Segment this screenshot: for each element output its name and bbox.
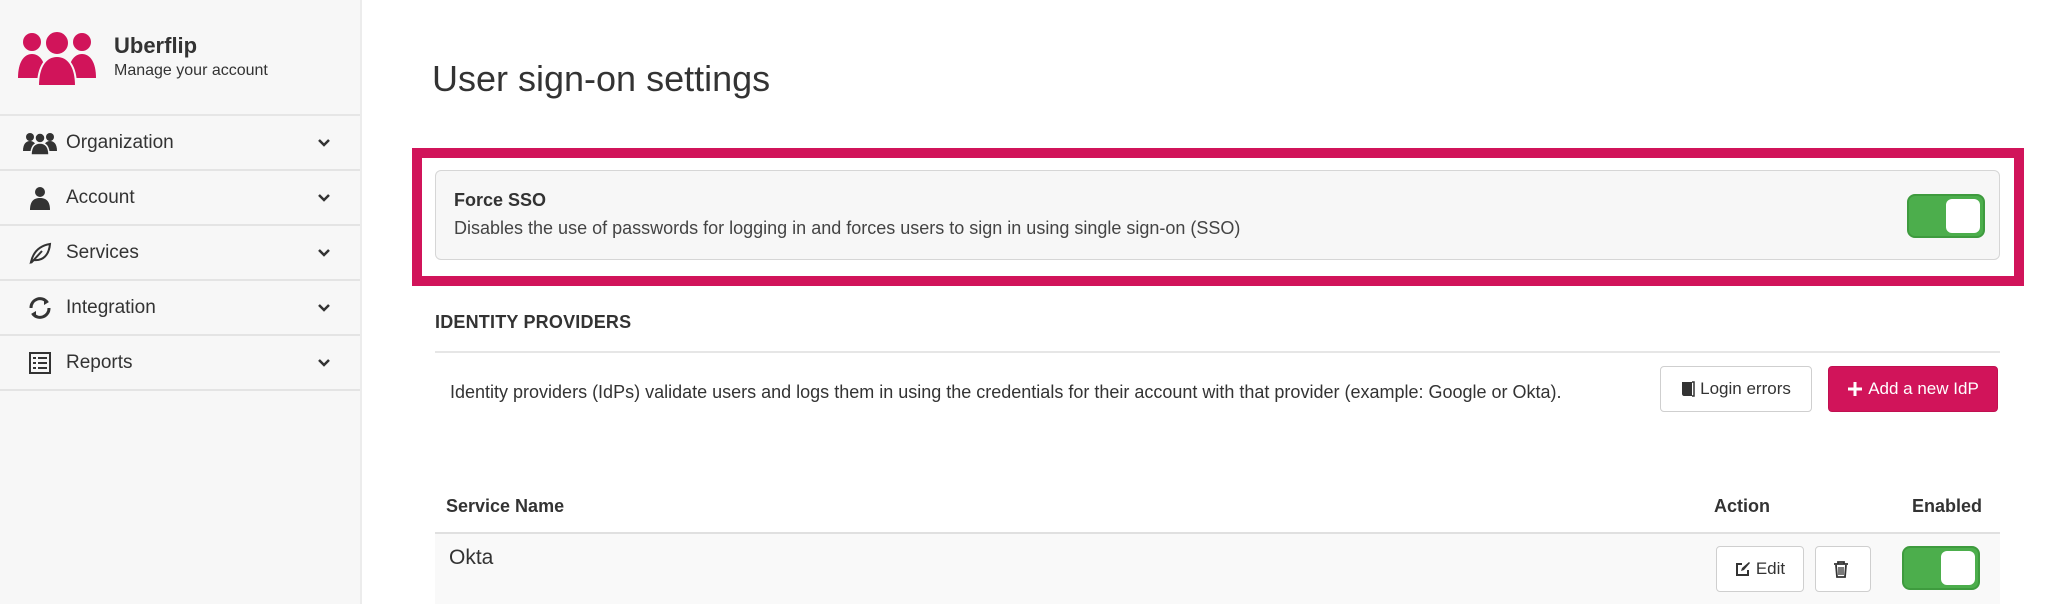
service-name: Okta bbox=[449, 546, 494, 569]
toggle-knob bbox=[1946, 199, 1980, 233]
add-idp-label: Add a new IdP bbox=[1868, 379, 1979, 398]
sidebar-item-services[interactable]: Services bbox=[0, 226, 360, 281]
trash-icon bbox=[1833, 561, 1848, 578]
column-header-enabled: Enabled bbox=[1912, 496, 1983, 516]
list-icon bbox=[22, 349, 58, 377]
delete-button[interactable] bbox=[1815, 546, 1871, 592]
okta-enabled-toggle[interactable] bbox=[1902, 546, 1980, 590]
edit-button[interactable]: Edit bbox=[1716, 546, 1804, 592]
chevron-down-icon bbox=[318, 303, 330, 312]
sidebar-item-label: Integration bbox=[66, 296, 156, 318]
force-sso-card: Force SSO Disables the use of passwords … bbox=[435, 170, 2000, 260]
sidebar-item-label: Account bbox=[66, 186, 135, 208]
login-errors-label: Login errors bbox=[1700, 379, 1791, 398]
force-sso-title: Force SSO bbox=[454, 190, 547, 210]
main-content: User sign-on settings Force SSO Disables… bbox=[362, 0, 2048, 604]
login-errors-button[interactable]: Login errors bbox=[1660, 366, 1812, 412]
brand-subtitle: Manage your account bbox=[114, 62, 268, 79]
page-title: User sign-on settings bbox=[432, 58, 771, 99]
add-idp-button[interactable]: Add a new IdP bbox=[1828, 366, 1998, 412]
chevron-down-icon bbox=[318, 248, 330, 257]
column-header-service: Service Name bbox=[446, 496, 565, 516]
leaf-icon bbox=[22, 239, 58, 267]
plus-icon bbox=[1848, 382, 1863, 396]
brand-header: Uberflip Manage your account bbox=[0, 0, 360, 116]
sidebar: Uberflip Manage your account Organizatio… bbox=[0, 0, 362, 604]
sidebar-item-integration[interactable]: Integration bbox=[0, 281, 360, 336]
section-description: Identity providers (IdPs) validate users… bbox=[450, 382, 1562, 402]
column-header-action: Action bbox=[1714, 496, 1770, 516]
user-icon bbox=[22, 184, 58, 212]
chevron-down-icon bbox=[318, 138, 330, 147]
sidebar-item-account[interactable]: Account bbox=[0, 171, 360, 226]
sidebar-item-label: Services bbox=[66, 241, 139, 263]
chevron-down-icon bbox=[318, 358, 330, 367]
chevron-down-icon bbox=[318, 193, 330, 202]
force-sso-toggle[interactable] bbox=[1907, 194, 1985, 238]
edit-icon bbox=[1735, 562, 1750, 576]
users-icon bbox=[22, 129, 58, 157]
brand-name: Uberflip bbox=[114, 33, 198, 58]
sidebar-item-label: Organization bbox=[66, 131, 174, 153]
divider bbox=[435, 351, 2000, 353]
section-header: IDENTITY PROVIDERS bbox=[435, 312, 632, 332]
sidebar-item-organization[interactable]: Organization bbox=[0, 116, 360, 171]
sidebar-item-reports[interactable]: Reports bbox=[0, 336, 360, 391]
sidebar-item-label: Reports bbox=[66, 351, 133, 373]
force-sso-description: Disables the use of passwords for loggin… bbox=[454, 218, 1241, 238]
edit-label: Edit bbox=[1755, 559, 1786, 578]
toggle-knob bbox=[1941, 551, 1975, 585]
book-icon bbox=[1682, 381, 1695, 397]
users-logo-icon bbox=[18, 30, 96, 86]
sync-icon bbox=[22, 294, 58, 322]
